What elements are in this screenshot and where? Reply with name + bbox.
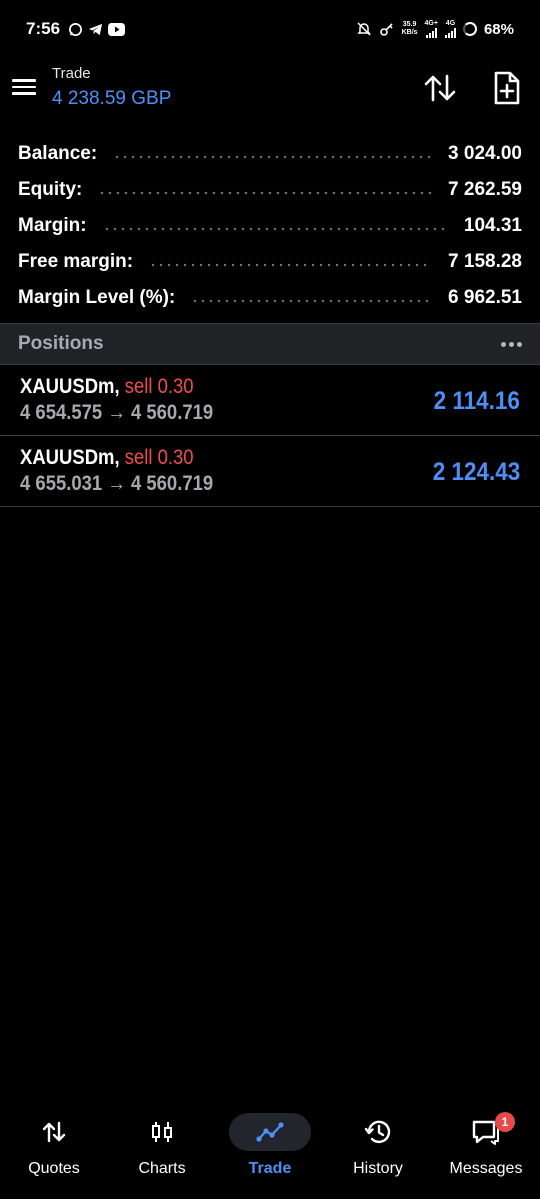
position-side-volume: sell 0.30 — [124, 446, 194, 469]
nav-icon-wrap — [229, 1113, 311, 1151]
summary-row-balance: Balance: 3 024.00 — [0, 136, 540, 172]
nav-icon-wrap — [337, 1113, 419, 1151]
battery-icon — [462, 22, 477, 36]
unread-badge: 1 — [495, 1112, 515, 1132]
position-symbol-line: XAUUSDm, sell 0.30 — [20, 375, 194, 399]
page-title: Trade — [52, 65, 91, 82]
summary-value: 6 962.51 — [448, 287, 522, 308]
nav-item-messages[interactable]: 1 Messages — [432, 1105, 540, 1199]
summary-label: Margin Level (%): — [18, 287, 176, 308]
nav-label: Quotes — [28, 1160, 80, 1177]
signal-2-label: 4G — [445, 20, 456, 27]
notification-icons — [68, 22, 126, 37]
trade-icon — [256, 1122, 284, 1142]
positions-section-header: Positions — [0, 323, 540, 365]
summary-label: Margin: — [18, 215, 87, 236]
charts-icon — [152, 1122, 172, 1142]
battery-percent: 68% — [483, 20, 514, 38]
dotted-leader — [191, 299, 433, 303]
position-symbol: XAUUSDm, — [20, 446, 120, 469]
positions-title: Positions — [18, 333, 104, 354]
dotted-leader — [102, 227, 448, 231]
more-options-icon[interactable] — [501, 341, 522, 347]
nav-label: Charts — [138, 1160, 186, 1177]
account-balance-subtitle: 4 238.59 GBP — [52, 88, 172, 109]
history-icon — [364, 1120, 391, 1144]
nav-item-quotes[interactable]: Quotes — [0, 1105, 108, 1199]
account-summary: Balance: 3 024.00 Equity: 7 262.59 Margi… — [0, 136, 540, 316]
summary-label: Balance: — [18, 143, 98, 164]
dotted-leader — [113, 155, 433, 159]
signal-1: 4G+ — [425, 20, 438, 38]
summary-value: 7 158.28 — [448, 251, 522, 272]
app-header: Trade 4 238.59 GBP — [0, 58, 540, 122]
summary-row-equity: Equity: 7 262.59 — [0, 172, 540, 208]
youtube-icon — [108, 22, 126, 36]
dotted-leader — [98, 191, 433, 195]
sort-icon[interactable] — [422, 72, 458, 104]
signal-1-label: 4G+ — [424, 20, 438, 27]
position-symbol: XAUUSDm, — [20, 375, 120, 398]
nav-item-charts[interactable]: Charts — [108, 1105, 216, 1199]
summary-label: Equity: — [18, 179, 83, 200]
signal-2: 4G — [444, 20, 456, 38]
position-profit: 2 114.16 — [433, 387, 520, 415]
nav-icon-wrap — [121, 1113, 203, 1151]
position-prices: 4 654.575 → 4 560.719 — [20, 401, 214, 424]
nav-item-trade[interactable]: Trade — [216, 1105, 324, 1199]
dotted-leader — [149, 263, 433, 267]
summary-value: 104.31 — [463, 215, 522, 236]
position-row[interactable]: XAUUSDm, sell 0.30 4 654.575 → 4 560.719… — [0, 365, 540, 436]
summary-row-margin: Margin: 104.31 — [0, 208, 540, 244]
nav-label: Trade — [248, 1160, 292, 1177]
whatsapp-icon — [69, 22, 82, 36]
summary-row-free-margin: Free margin: 7 158.28 — [0, 244, 540, 280]
position-profit: 2 124.43 — [432, 458, 520, 486]
position-side-volume: sell 0.30 — [124, 375, 194, 398]
status-bar: 7:56 35.9 KB/s 4G+ 4G 68% — [0, 0, 540, 58]
telegram-icon — [88, 23, 103, 35]
summary-row-margin-level: Margin Level (%): 6 962.51 — [0, 280, 540, 316]
summary-value: 7 262.59 — [448, 179, 522, 200]
menu-icon[interactable] — [12, 76, 38, 98]
mute-notifications-icon — [356, 22, 371, 36]
nav-icon-wrap: 1 — [445, 1112, 527, 1151]
signal-bars-icon — [444, 28, 456, 38]
new-order-icon[interactable] — [488, 70, 524, 106]
position-row[interactable]: XAUUSDm, sell 0.30 4 655.031 → 4 560.719… — [0, 436, 540, 507]
net-speed-unit: KB/s — [401, 29, 418, 36]
status-indicators: 35.9 KB/s 4G+ 4G 68% — [356, 20, 514, 38]
nav-label: Messages — [449, 1160, 523, 1177]
summary-value: 3 024.00 — [448, 143, 522, 164]
bottom-navigation: Quotes Charts Trade History 1 Messages — [0, 1105, 540, 1199]
signal-bars-icon — [425, 28, 437, 38]
position-symbol-line: XAUUSDm, sell 0.30 — [20, 446, 194, 470]
quotes-icon — [42, 1121, 66, 1143]
net-speed-value: 35.9 — [402, 21, 417, 28]
summary-label: Free margin: — [18, 251, 134, 272]
status-time: 7:56 — [26, 19, 61, 38]
position-prices: 4 655.031 → 4 560.719 — [20, 472, 214, 495]
positions-list: XAUUSDm, sell 0.30 4 654.575 → 4 560.719… — [0, 365, 540, 507]
net-speed: 35.9 KB/s — [402, 21, 418, 37]
nav-item-history[interactable]: History — [324, 1105, 432, 1199]
nav-label: History — [353, 1160, 403, 1177]
vpn-key-icon — [379, 23, 393, 36]
nav-icon-wrap — [13, 1113, 95, 1151]
